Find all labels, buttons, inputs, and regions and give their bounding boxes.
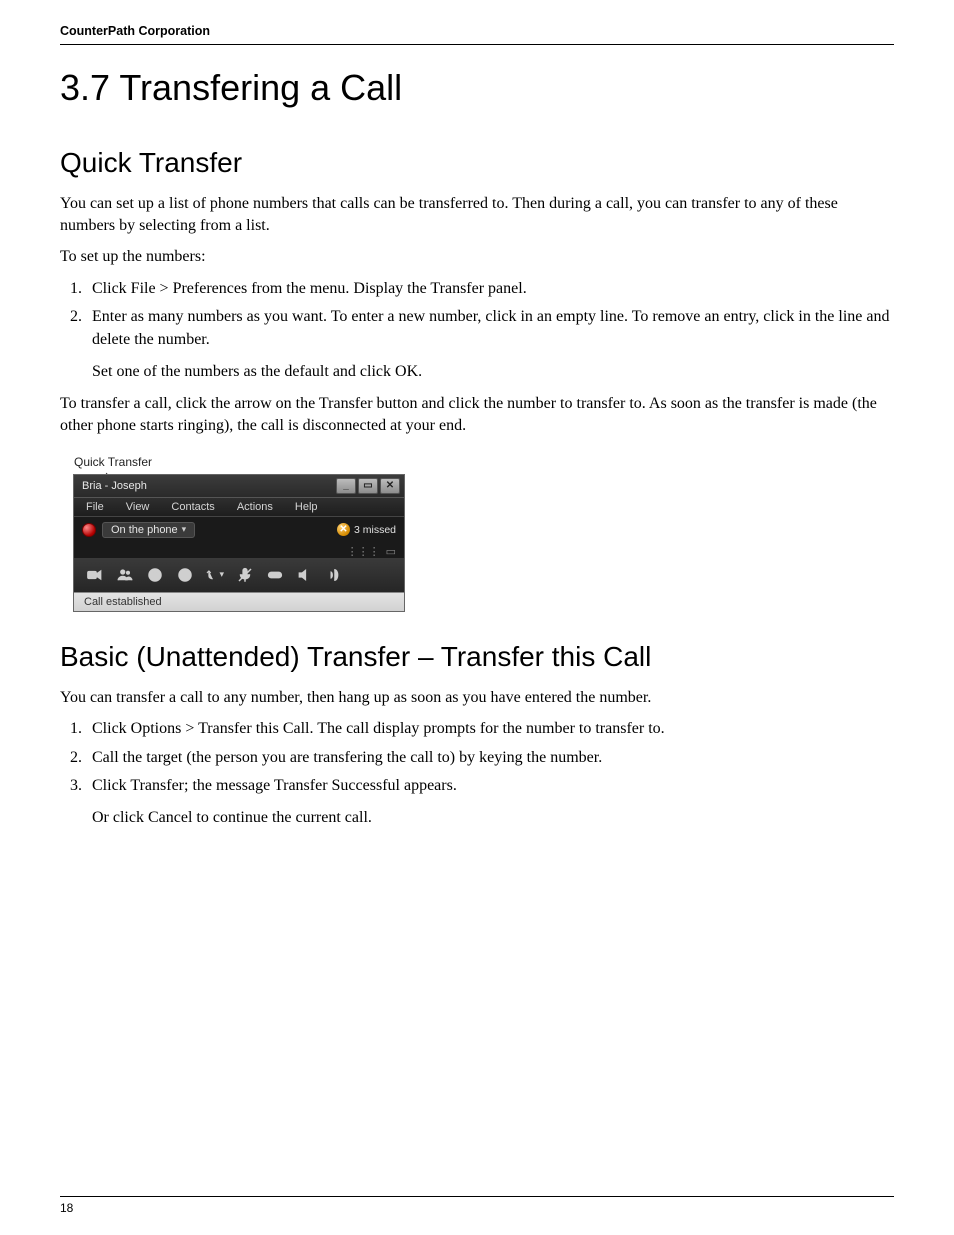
paragraph: To set up the numbers: [60, 246, 894, 268]
page-number: 18 [60, 1201, 894, 1215]
missed-count-text: 3 missed [354, 524, 396, 536]
running-head: CounterPath Corporation [60, 24, 894, 45]
contacts-icon[interactable] [116, 566, 134, 584]
titlebar: Bria - Joseph _ ▭ ✕ [74, 475, 404, 498]
presence-dot-icon [82, 523, 96, 537]
presence-text: On the phone [111, 524, 178, 536]
transfer-icon[interactable]: ▾ [206, 566, 224, 584]
record-icon[interactable] [176, 566, 194, 584]
page-footer: 18 [60, 1196, 894, 1215]
dialpad-icon[interactable]: ⋮⋮⋮ [347, 545, 380, 558]
list-item-sub: Set one of the numbers as the default an… [92, 361, 894, 383]
list-item-text: Click Transfer; the message Transfer Suc… [92, 777, 457, 794]
collapse-icon[interactable]: ▭ [386, 545, 396, 558]
paragraph: You can set up a list of phone numbers t… [60, 193, 894, 236]
list-item: Click Options > Transfer this Call. The … [86, 718, 894, 740]
hold-icon[interactable] [146, 566, 164, 584]
paragraph: To transfer a call, click the arrow on t… [60, 393, 894, 436]
video-icon[interactable] [86, 566, 104, 584]
mute-mic-icon[interactable] [236, 566, 254, 584]
window-title: Bria - Joseph [82, 480, 336, 492]
status-row: On the phone ▾ ✕ 3 missed [74, 517, 404, 543]
section-quick-transfer-heading: Quick Transfer [60, 147, 894, 179]
restore-button[interactable]: ▭ [358, 478, 378, 494]
mini-icons-row: ⋮⋮⋮ ▭ [74, 543, 404, 558]
menu-view[interactable]: View [126, 501, 150, 513]
page-title: 3.7 Transfering a Call [60, 67, 894, 109]
hangup-icon[interactable] [266, 566, 284, 584]
app-window: Bria - Joseph _ ▭ ✕ File View Contacts A… [74, 475, 404, 611]
volume-waves-icon[interactable] [326, 566, 344, 584]
call-status-text: Call established [74, 592, 404, 611]
paragraph: You can transfer a call to any number, t… [60, 687, 894, 709]
speaker-icon[interactable] [296, 566, 314, 584]
list-item: Click Transfer; the message Transfer Suc… [86, 775, 894, 830]
menu-file[interactable]: File [86, 501, 104, 513]
callout-label: Quick Transfer [74, 455, 894, 469]
list-item: Click File > Preferences from the menu. … [86, 278, 894, 300]
missed-icon: ✕ [337, 523, 350, 536]
menubar: File View Contacts Actions Help [74, 498, 404, 517]
list-item: Enter as many numbers as you want. To en… [86, 306, 894, 383]
list-item: Call the target (the person you are tran… [86, 747, 894, 769]
section-basic-transfer-heading: Basic (Unattended) Transfer – Transfer t… [60, 641, 894, 673]
ordered-list: Click Options > Transfer this Call. The … [60, 718, 894, 830]
ordered-list: Click File > Preferences from the menu. … [60, 278, 894, 384]
chevron-down-icon: ▾ [219, 569, 224, 580]
list-item-text: Enter as many numbers as you want. To en… [92, 308, 889, 347]
call-toolbar: ▾ [74, 558, 404, 592]
close-button[interactable]: ✕ [380, 478, 400, 494]
minimize-button[interactable]: _ [336, 478, 356, 494]
list-item-sub: Or click Cancel to continue the current … [92, 807, 894, 829]
menu-contacts[interactable]: Contacts [171, 501, 214, 513]
presence-dropdown[interactable]: On the phone ▾ [102, 522, 195, 538]
chevron-down-icon: ▾ [182, 524, 187, 535]
missed-calls-badge[interactable]: ✕ 3 missed [337, 523, 396, 536]
menu-help[interactable]: Help [295, 501, 318, 513]
menu-actions[interactable]: Actions [237, 501, 273, 513]
